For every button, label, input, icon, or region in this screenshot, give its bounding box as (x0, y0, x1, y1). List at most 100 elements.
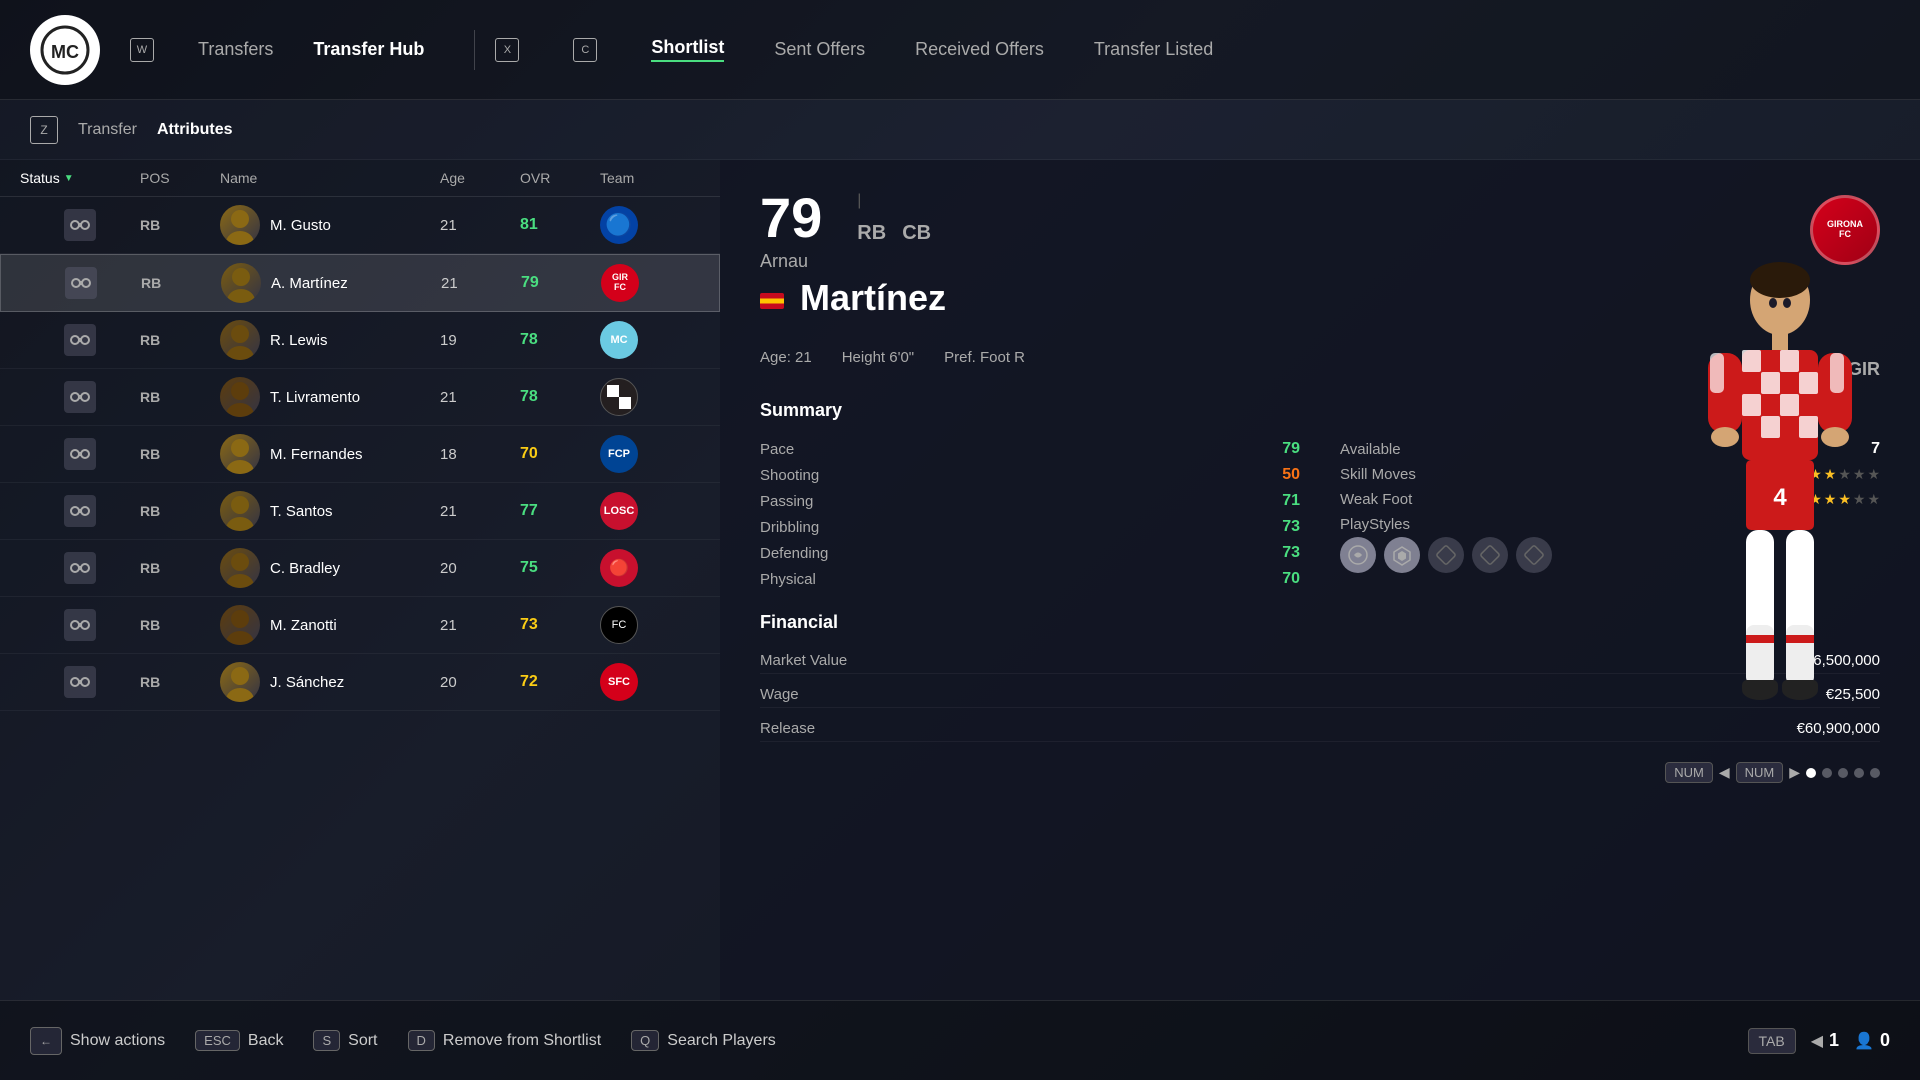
ovr-cell: 75 (520, 559, 600, 577)
age-cell: 21 (440, 217, 520, 234)
player-row[interactable]: RB T. Santos 21 77 LOSC (0, 483, 720, 540)
ovr-cell: 73 (520, 616, 600, 634)
col-name: Name (220, 170, 440, 186)
col-pos: POS (140, 170, 220, 186)
nav-transfers[interactable]: Transfers (198, 39, 273, 60)
tab-transfer-listed[interactable]: Transfer Listed (1094, 39, 1213, 60)
player-name: T. Livramento (270, 389, 360, 406)
status-cell (20, 324, 140, 356)
player-row[interactable]: RB M. Gusto 21 81 🔵 (0, 197, 720, 254)
nav-tabs: X C Shortlist Sent Offers Received Offer… (495, 37, 1213, 62)
w-key: W (130, 38, 154, 62)
binoculars-icon (64, 666, 96, 698)
player-name: J. Sánchez (270, 674, 344, 691)
player-row[interactable]: RB M. Zanotti 21 73 FC (0, 597, 720, 654)
d-key: D (408, 1030, 435, 1051)
player-3d-figure: 4 (1620, 180, 1920, 860)
player-name: C. Bradley (270, 560, 340, 577)
x-key: X (495, 38, 519, 62)
ovr-cell: 72 (520, 673, 600, 691)
player-rows: RB M. Gusto 21 81 🔵 (0, 197, 720, 1000)
player-detail: 79 | RB CB Arnau Martínez (720, 160, 1920, 1000)
binoculars-icon (64, 324, 96, 356)
meta-height: Height 6'0" (842, 349, 914, 380)
player-name: T. Santos (270, 503, 333, 520)
player-name: A. Martínez (271, 275, 348, 292)
meta-age: Age: 21 (760, 349, 812, 380)
stat-pace: Pace 79 (760, 436, 1300, 462)
action-remove[interactable]: D Remove from Shortlist (408, 1030, 602, 1051)
player-avatar (220, 434, 260, 474)
show-actions-label: Show actions (70, 1032, 165, 1050)
ovr-cell: 77 (520, 502, 600, 520)
playstyle-2 (1384, 537, 1420, 573)
age-cell: 21 (440, 389, 520, 406)
age-cell: 21 (441, 275, 521, 292)
action-search[interactable]: Q Search Players (631, 1030, 776, 1051)
binoculars-icon (64, 381, 96, 413)
playstyle-4 (1472, 537, 1508, 573)
player-info-cell: J. Sánchez (220, 662, 440, 702)
player-row[interactable]: RB J. Sánchez 20 72 SFC (0, 654, 720, 711)
tab-sent-offers[interactable]: Sent Offers (774, 39, 865, 60)
player-info-cell: M. Fernandes (220, 434, 440, 474)
shooting-val: 50 (1282, 466, 1300, 484)
passing-val: 71 (1282, 492, 1300, 510)
defending-val: 73 (1282, 544, 1300, 562)
player-avatar (220, 605, 260, 645)
nav-hub[interactable]: Transfer Hub (313, 39, 424, 60)
team-cell: 🔵 (600, 206, 700, 244)
sub-tab-transfer[interactable]: Transfer (78, 121, 137, 139)
pos-cell: RB (140, 332, 220, 348)
player-row[interactable]: RB T. Livramento 21 78 (0, 369, 720, 426)
player-last-name: Martínez (800, 277, 946, 319)
player-row[interactable]: RB M. Fernandes 18 70 FCP (0, 426, 720, 483)
player-avatar (220, 320, 260, 360)
passing-label: Passing (760, 493, 813, 510)
pos-cell: RB (140, 446, 220, 462)
action-show: ← Show actions (30, 1027, 165, 1055)
app-logo[interactable]: MC (30, 15, 100, 85)
esc-key: ESC (195, 1030, 240, 1051)
back-label: Back (248, 1032, 284, 1050)
bottom-right: TAB ◀ 1 👤 0 (1748, 1028, 1890, 1054)
sub-tab-attributes[interactable]: Attributes (157, 121, 233, 139)
footer: ← Show actions ESC Back S Sort D Remove … (0, 1000, 1920, 1080)
pos-cell: RB (141, 275, 221, 291)
player-row[interactable]: RB C. Bradley 20 75 🔴 (0, 540, 720, 597)
defending-label: Defending (760, 545, 828, 562)
pos-cell: RB (140, 674, 220, 690)
playstyle-1 (1340, 537, 1376, 573)
team-cell: FCP (600, 435, 700, 473)
tab-indicator: TAB (1748, 1028, 1796, 1054)
pos-tags: RB CB (857, 222, 931, 245)
z-key: Z (30, 116, 58, 144)
tab-received-offers[interactable]: Received Offers (915, 39, 1044, 60)
action-back: ESC Back (195, 1030, 283, 1051)
player-row[interactable]: RB A. Martínez 21 79 GIRFC (0, 254, 720, 312)
player-first-name: Arnau (760, 251, 946, 272)
stat-shooting: Shooting 50 (760, 462, 1300, 488)
player-avatar (220, 205, 260, 245)
age-cell: 21 (440, 503, 520, 520)
team-cell: 🔴 (600, 549, 700, 587)
pos-cell: RB (140, 560, 220, 576)
age-cell: 20 (440, 560, 520, 577)
player-row[interactable]: RB R. Lewis 19 78 MC (0, 312, 720, 369)
stats-left: Pace 79 Shooting 50 Passing 71 Dribbling… (760, 436, 1300, 592)
tab-shortlist[interactable]: Shortlist (651, 37, 724, 62)
search-label: Search Players (667, 1032, 776, 1050)
team-cell: GIRFC (601, 264, 701, 302)
sub-header: Z Transfer Attributes (0, 100, 1920, 160)
age-cell: 19 (440, 332, 520, 349)
nav-links: W Transfers Transfer Hub (130, 38, 424, 62)
player-info-cell: C. Bradley (220, 548, 440, 588)
meta-foot: Pref. Foot R (944, 349, 1025, 380)
stat-dribbling: Dribbling 73 (760, 514, 1300, 540)
playstyle-5 (1516, 537, 1552, 573)
skill-moves-label: Skill Moves (1340, 466, 1416, 483)
age-cell: 18 (440, 446, 520, 463)
sort-label: Sort (348, 1032, 377, 1050)
player-name: R. Lewis (270, 332, 328, 349)
action-sort[interactable]: S Sort (313, 1030, 377, 1051)
